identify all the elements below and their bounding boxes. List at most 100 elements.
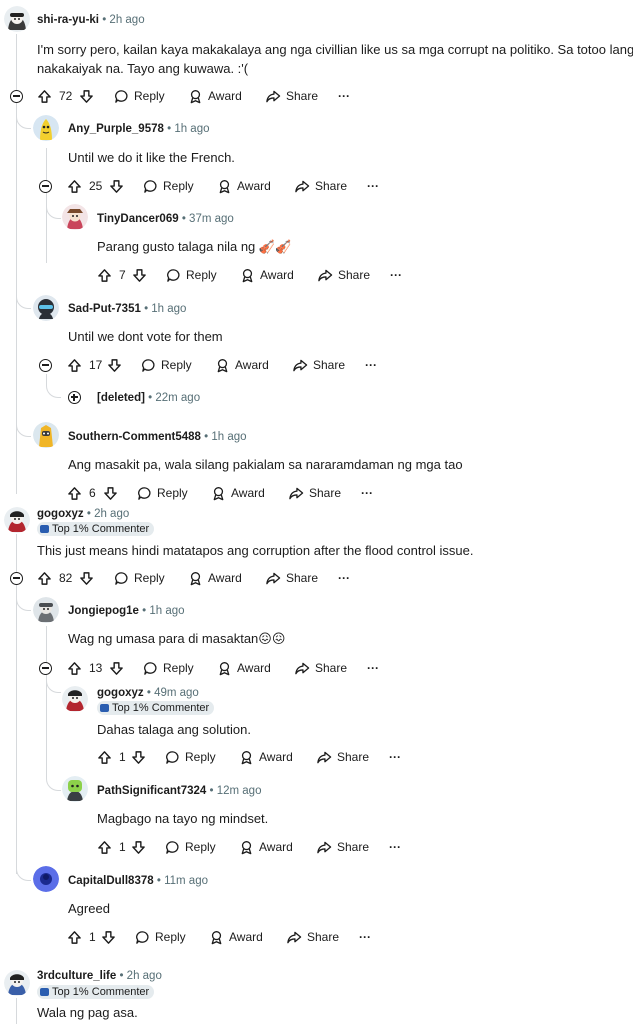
reply-button[interactable]: Reply: [143, 658, 194, 678]
avatar[interactable]: [4, 6, 30, 32]
reply-button[interactable]: Reply: [114, 568, 165, 588]
downvote-button[interactable]: [109, 658, 124, 678]
author-name[interactable]: Southern-Comment5488: [68, 431, 201, 443]
upvote-button[interactable]: [37, 568, 52, 588]
award-button[interactable]: Award: [211, 483, 265, 503]
downvote-button[interactable]: [79, 86, 94, 106]
author-name[interactable]: 3rdculture_life: [37, 970, 116, 982]
author-name[interactable]: Sad-Put-7351: [68, 303, 141, 315]
expand-thread-button[interactable]: [68, 391, 81, 404]
award-button[interactable]: Award: [240, 265, 294, 285]
reply-button[interactable]: Reply: [135, 927, 186, 947]
downvote-button[interactable]: [109, 176, 124, 196]
more-options-button[interactable]: ···: [359, 927, 371, 947]
award-button[interactable]: Award: [215, 355, 269, 375]
avatar[interactable]: [33, 422, 59, 448]
award-button[interactable]: Award: [239, 837, 293, 857]
timestamp[interactable]: • 1h ago: [144, 303, 186, 315]
more-options-button[interactable]: ···: [389, 837, 401, 857]
downvote-button[interactable]: [107, 355, 122, 375]
timestamp[interactable]: • 2h ago: [102, 14, 144, 26]
more-options-button[interactable]: ···: [338, 86, 350, 106]
share-button[interactable]: Share: [294, 658, 347, 678]
collapse-thread-button[interactable]: [39, 180, 52, 193]
share-button[interactable]: Share: [286, 927, 339, 947]
top-commenter-badge[interactable]: Top 1% Commenter: [97, 701, 215, 715]
timestamp[interactable]: • 49m ago: [147, 687, 199, 699]
timestamp[interactable]: • 2h ago: [87, 508, 129, 520]
author-name[interactable]: TinyDancer069: [97, 213, 179, 225]
avatar[interactable]: [62, 686, 88, 712]
reply-button[interactable]: Reply: [137, 483, 188, 503]
timestamp[interactable]: • 11m ago: [157, 875, 208, 887]
thread-line[interactable]: [16, 998, 17, 1024]
more-options-button[interactable]: ···: [338, 568, 350, 588]
top-commenter-badge[interactable]: Top 1% Commenter: [37, 985, 155, 999]
downvote-button[interactable]: [131, 747, 146, 767]
timestamp[interactable]: • 22m ago: [148, 392, 200, 404]
collapse-thread-button[interactable]: [10, 572, 23, 585]
award-button[interactable]: Award: [217, 176, 271, 196]
downvote-button[interactable]: [79, 568, 94, 588]
timestamp[interactable]: • 12m ago: [210, 785, 262, 797]
timestamp[interactable]: • 1h ago: [142, 605, 184, 617]
upvote-button[interactable]: [67, 483, 82, 503]
more-options-button[interactable]: ···: [361, 483, 373, 503]
downvote-button[interactable]: [101, 927, 116, 947]
reply-button[interactable]: Reply: [165, 837, 216, 857]
award-button[interactable]: Award: [209, 927, 263, 947]
more-options-button[interactable]: ···: [390, 265, 402, 285]
collapse-thread-button[interactable]: [39, 359, 52, 372]
avatar[interactable]: [33, 597, 59, 623]
upvote-button[interactable]: [67, 355, 82, 375]
collapse-thread-button[interactable]: [39, 662, 52, 675]
award-button[interactable]: Award: [188, 568, 242, 588]
author-name[interactable]: Jongiepog1e: [68, 605, 139, 617]
upvote-button[interactable]: [97, 837, 112, 857]
author-name[interactable]: Any_Purple_9578: [68, 123, 164, 135]
share-button[interactable]: Share: [265, 86, 318, 106]
share-button[interactable]: Share: [292, 355, 345, 375]
timestamp[interactable]: • 1h ago: [204, 431, 246, 443]
share-button[interactable]: Share: [316, 837, 369, 857]
more-options-button[interactable]: ···: [367, 658, 379, 678]
avatar[interactable]: [4, 507, 30, 533]
author-name[interactable]: CapitalDull8378: [68, 875, 154, 887]
author-name[interactable]: gogoxyz: [97, 687, 144, 699]
upvote-button[interactable]: [67, 658, 82, 678]
avatar[interactable]: [62, 204, 88, 230]
reply-button[interactable]: Reply: [114, 86, 165, 106]
upvote-button[interactable]: [37, 86, 52, 106]
avatar[interactable]: [33, 295, 59, 321]
collapse-thread-button[interactable]: [10, 90, 23, 103]
share-button[interactable]: Share: [265, 568, 318, 588]
award-button[interactable]: Award: [188, 86, 242, 106]
author-name[interactable]: gogoxyz: [37, 508, 84, 520]
award-button[interactable]: Award: [239, 747, 293, 767]
avatar[interactable]: [4, 970, 30, 996]
downvote-button[interactable]: [132, 265, 147, 285]
reply-button[interactable]: Reply: [143, 176, 194, 196]
share-button[interactable]: Share: [316, 747, 369, 767]
reply-button[interactable]: Reply: [165, 747, 216, 767]
upvote-button[interactable]: [67, 927, 82, 947]
avatar[interactable]: [33, 115, 59, 141]
reply-button[interactable]: Reply: [141, 355, 192, 375]
share-button[interactable]: Share: [317, 265, 370, 285]
upvote-button[interactable]: [97, 265, 112, 285]
more-options-button[interactable]: ···: [367, 176, 379, 196]
avatar[interactable]: [62, 776, 88, 802]
avatar[interactable]: [33, 866, 59, 892]
downvote-button[interactable]: [103, 483, 118, 503]
share-button[interactable]: Share: [294, 176, 347, 196]
timestamp[interactable]: • 2h ago: [119, 970, 161, 982]
timestamp[interactable]: • 37m ago: [182, 213, 234, 225]
author-name[interactable]: shi-ra-yu-ki: [37, 14, 99, 26]
author-name[interactable]: PathSignificant7324: [97, 785, 206, 797]
downvote-button[interactable]: [131, 837, 146, 857]
award-button[interactable]: Award: [217, 658, 271, 678]
top-commenter-badge[interactable]: Top 1% Commenter: [37, 522, 155, 536]
more-options-button[interactable]: ···: [365, 355, 377, 375]
share-button[interactable]: Share: [288, 483, 341, 503]
upvote-button[interactable]: [67, 176, 82, 196]
